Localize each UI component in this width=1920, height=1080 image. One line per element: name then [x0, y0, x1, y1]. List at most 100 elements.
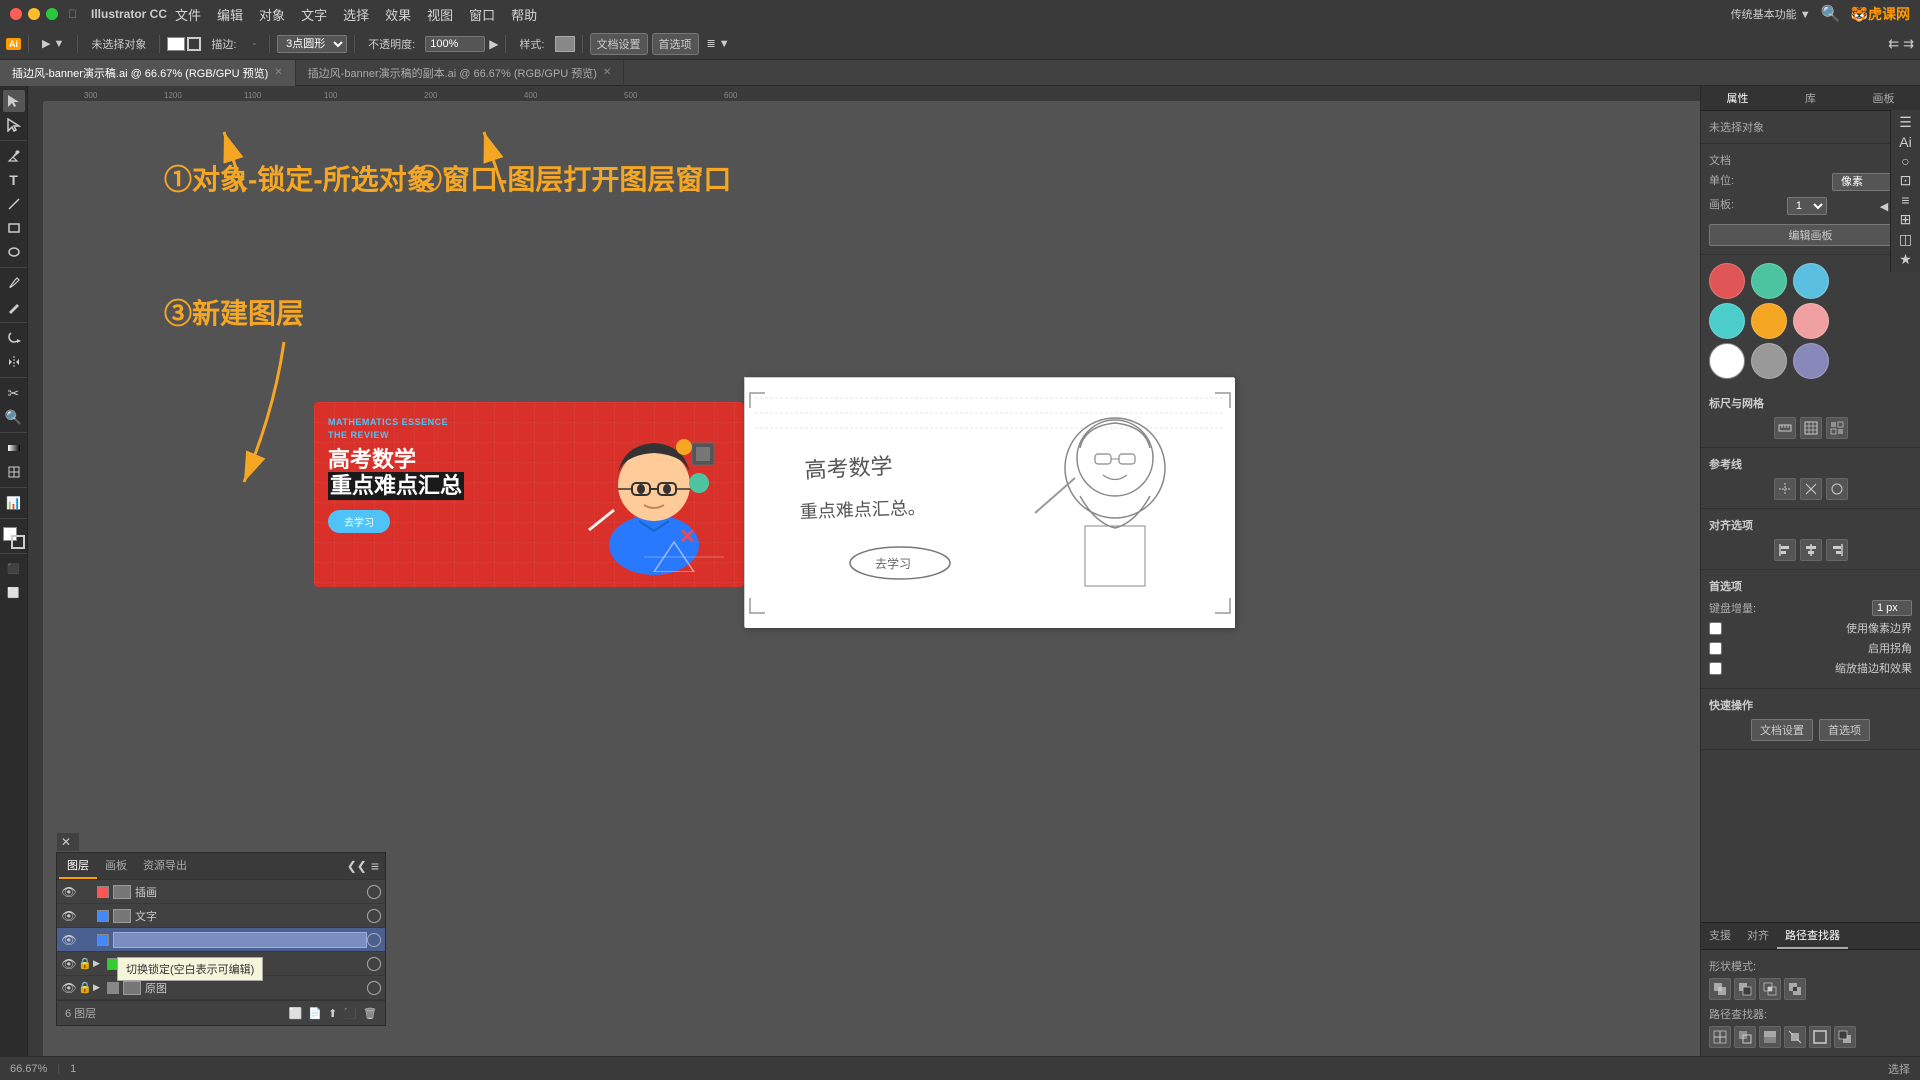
layer-expand-original[interactable]: ▶ [93, 982, 103, 993]
outline-icon[interactable] [1809, 1026, 1831, 1048]
new-layer-icon[interactable]: 📄 [308, 1007, 322, 1020]
layer-visibility-dot-palette[interactable] [367, 957, 381, 971]
merge-icon[interactable] [1759, 1026, 1781, 1048]
panel-close-icon[interactable]: ✕ [61, 835, 71, 849]
snap-checkbox[interactable] [1709, 622, 1722, 635]
preferences-button[interactable]: 首选项 [652, 33, 699, 55]
swatch-blue[interactable] [1793, 263, 1829, 299]
paintbrush-tool[interactable] [3, 272, 25, 294]
rp-tab-pathfinder[interactable]: 路径查找器 [1777, 923, 1848, 949]
direct-selection-tool[interactable] [3, 114, 25, 136]
reflect-tool[interactable] [3, 351, 25, 373]
style-swatch[interactable] [555, 36, 575, 52]
layer-lock-palette[interactable]: 🔒 [77, 957, 93, 970]
ai-icon-right[interactable]: Ai [1899, 134, 1911, 150]
align-icon-right[interactable]: ≡ [1901, 192, 1909, 208]
menu-select[interactable]: 选择 [343, 5, 369, 24]
ruler-icon[interactable] [1774, 417, 1796, 439]
stroke-swatch[interactable] [187, 37, 201, 51]
guides-icon2[interactable] [1800, 478, 1822, 500]
menu-object[interactable]: 对象 [259, 5, 285, 24]
menu-window[interactable]: 窗口 [469, 5, 495, 24]
tab-1-close[interactable]: ✕ [274, 67, 282, 78]
move-to-layer-icon[interactable]: ⬆ [328, 1007, 337, 1020]
align-right-icon[interactable] [1826, 539, 1848, 561]
layer-visibility-dot-chua[interactable] [367, 885, 381, 899]
selection-mode[interactable]: ▶ ▼ [36, 35, 70, 52]
rp-keyboard-input[interactable] [1872, 600, 1912, 616]
line-tool[interactable] [3, 193, 25, 215]
rectangle-tool[interactable] [3, 217, 25, 239]
exclude-icon[interactable] [1784, 978, 1806, 1000]
close-button[interactable] [10, 8, 22, 20]
mesh-tool[interactable] [3, 461, 25, 483]
tab-2[interactable]: 插边风-banner演示稿的副本.ai @ 66.67% (RGB/GPU 预览… [296, 60, 625, 86]
properties-icon[interactable]: ☰ [1899, 114, 1912, 131]
divide-icon[interactable] [1709, 1026, 1731, 1048]
swatch-teal[interactable] [1751, 263, 1787, 299]
unite-icon[interactable] [1709, 978, 1731, 1000]
fill-swatch[interactable] [167, 37, 185, 51]
opacity-input[interactable] [425, 36, 485, 52]
panel-tab-layers[interactable]: 图层 [59, 853, 97, 879]
banner-btn[interactable]: 去学习 [328, 510, 528, 533]
screen-mode[interactable]: ⬜ [3, 582, 25, 604]
tab-1[interactable]: 插边风-banner演示稿.ai @ 66.67% (RGB/GPU 预览) ✕ [0, 60, 296, 86]
search-icon[interactable]: 🔍 [1821, 4, 1841, 24]
distribute-icon[interactable]: ⊞ [1900, 211, 1912, 228]
trim-icon[interactable] [1734, 1026, 1756, 1048]
quick-prefs-button[interactable]: 首选项 [1819, 719, 1870, 741]
ellipse-tool[interactable] [3, 241, 25, 263]
gradient-tool[interactable] [3, 437, 25, 459]
scale-checkbox[interactable] [1709, 662, 1722, 675]
menu-help[interactable]: 帮助 [511, 5, 537, 24]
layer-visibility-dot-original[interactable] [367, 981, 381, 995]
swatch-orange[interactable] [1751, 303, 1787, 339]
delete-layer-icon[interactable]: 🗑 [363, 1007, 377, 1020]
menu-effect[interactable]: 效果 [385, 5, 411, 24]
edit-artboard-button[interactable]: 编辑画板 [1709, 224, 1912, 246]
opacity-arrow[interactable]: ▶ [489, 37, 498, 51]
intersect-icon[interactable] [1759, 978, 1781, 1000]
make-clip-mask-icon[interactable]: ⬜ [289, 1007, 303, 1020]
scissors-tool[interactable]: ✂ [3, 382, 25, 404]
panel-menu-icon[interactable]: ≡ [371, 858, 379, 874]
layer-eye-palette[interactable]: 👁 [61, 957, 77, 971]
swatch-purple-gray[interactable] [1793, 343, 1829, 379]
grid-icon[interactable] [1800, 417, 1822, 439]
arrange-icon[interactable]: ≣ ▼ [707, 37, 730, 50]
chart-tool[interactable]: 📊 [3, 492, 25, 514]
zoom-tool[interactable]: 🔍 [3, 406, 25, 428]
drawing-mode[interactable]: ⬛ [3, 558, 25, 580]
apple-menu[interactable]:  [68, 7, 77, 21]
minus-back-icon[interactable] [1834, 1026, 1856, 1048]
layer-visibility-dot-text[interactable] [367, 909, 381, 923]
panel-tab-artboards[interactable]: 画板 [97, 853, 135, 879]
fill-stroke-indicator[interactable] [3, 527, 25, 549]
collapse-icon[interactable]: ⇉ [1903, 36, 1914, 52]
rp-tab-align[interactable]: 对齐 [1739, 923, 1777, 949]
align-left-icon[interactable] [1774, 539, 1796, 561]
duplicate-layer-icon[interactable]: ⬛ [343, 1007, 357, 1020]
minus-front-icon[interactable] [1734, 978, 1756, 1000]
guides-icon1[interactable] [1774, 478, 1796, 500]
workspace-selector[interactable]: 传统基本功能 ▼ [1731, 6, 1811, 22]
rotate-tool[interactable] [3, 327, 25, 349]
tab-2-close[interactable]: ✕ [603, 67, 611, 78]
stroke-type-select[interactable]: 3点圆形 [277, 35, 347, 53]
expand-icon[interactable]: ⇇ [1888, 36, 1899, 52]
menu-file[interactable]: 文件 [175, 5, 201, 24]
quick-doc-settings-button[interactable]: 文档设置 [1751, 719, 1813, 741]
rp-tab-artboard[interactable]: 画板 [1847, 86, 1920, 110]
layer-name-input[interactable] [113, 932, 367, 948]
menu-edit[interactable]: 编辑 [217, 5, 243, 24]
star-icon[interactable]: ★ [1899, 251, 1912, 268]
swatch-gray[interactable] [1751, 343, 1787, 379]
corners-checkbox[interactable] [1709, 642, 1722, 655]
doc-settings-button[interactable]: 文档设置 [590, 33, 648, 55]
swatch-white[interactable] [1709, 343, 1745, 379]
layer-eye-original[interactable]: 👁 [61, 981, 77, 995]
rp-tab-transform[interactable]: 支援 [1701, 923, 1739, 949]
layer-lock-original[interactable]: 🔒 [77, 981, 93, 994]
pencil-tool[interactable] [3, 296, 25, 318]
